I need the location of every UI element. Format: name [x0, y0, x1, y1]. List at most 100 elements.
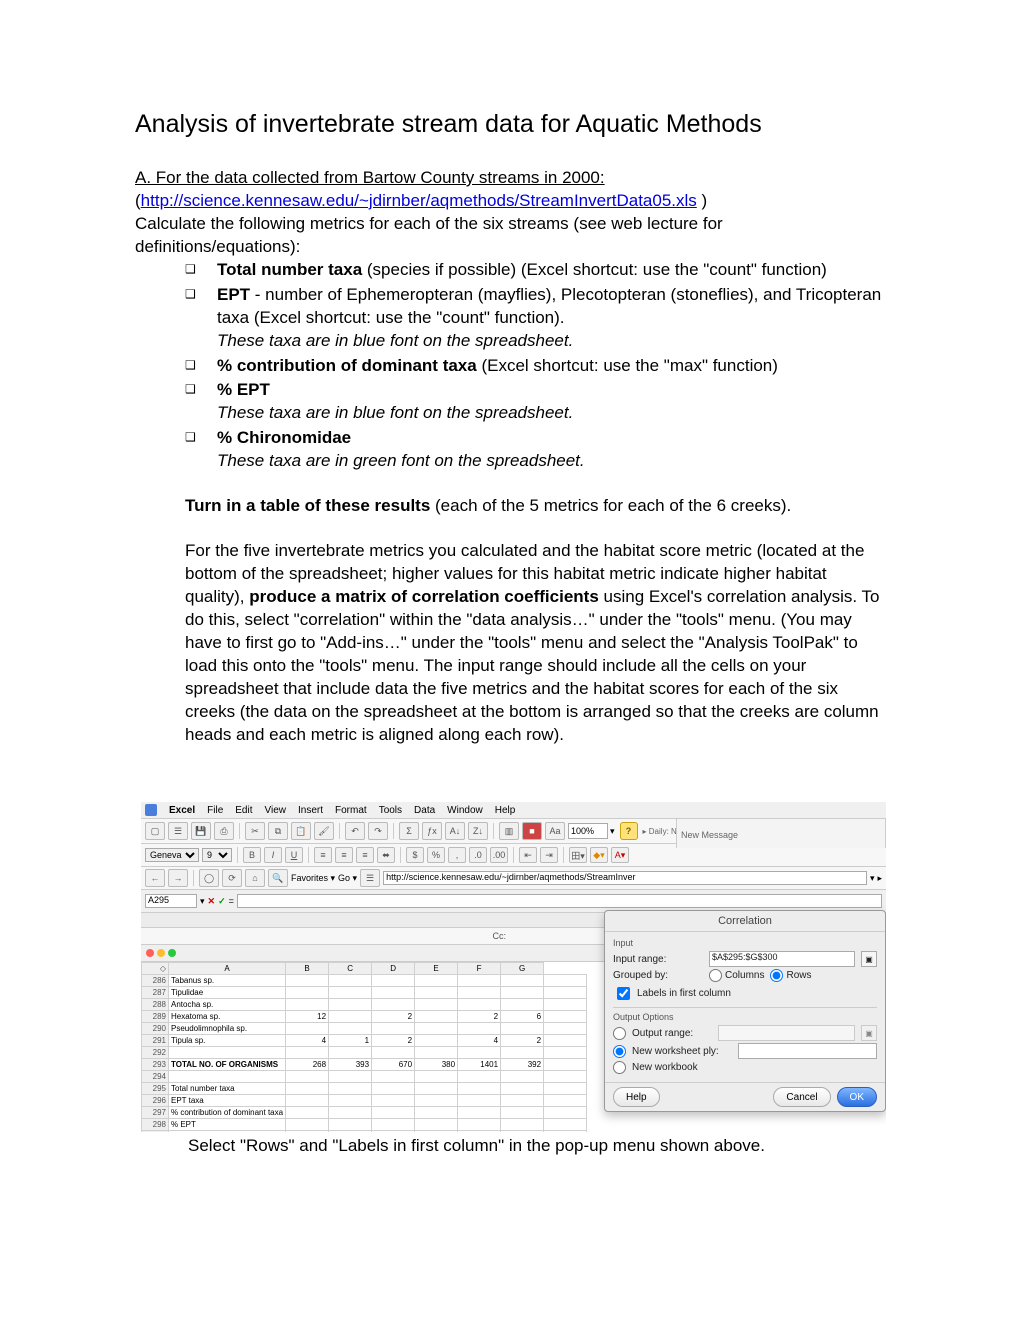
labels-first-col-checkbox[interactable]: Labels in first column — [613, 984, 731, 1003]
close-window-icon[interactable] — [146, 949, 154, 957]
page-title: Analysis of invertebrate stream data for… — [135, 110, 890, 139]
comma-icon[interactable]: , — [448, 847, 466, 863]
ok-button[interactable]: OK — [837, 1087, 877, 1107]
output-range-label: Output range: — [632, 1028, 712, 1039]
underline-button[interactable]: U — [285, 847, 303, 863]
new-workbook-radio[interactable] — [613, 1061, 626, 1074]
format-painter-icon[interactable]: 🖌 — [314, 822, 334, 840]
go-button[interactable]: Go ▾ — [338, 873, 357, 884]
menu-tools[interactable]: Tools — [379, 805, 402, 816]
new-message-label: New Message — [681, 830, 881, 840]
cut-icon[interactable]: ✂ — [245, 822, 265, 840]
output-range-field[interactable] — [718, 1025, 855, 1041]
new-message-panel: New Message — [676, 818, 886, 848]
output-range-radio[interactable] — [613, 1027, 626, 1040]
redo-icon[interactable]: ↷ — [368, 822, 388, 840]
align-left-icon[interactable]: ≡ — [314, 847, 332, 863]
address-bar[interactable]: http://science.kennesaw.edu/~jdirnber/aq… — [383, 871, 867, 885]
menu-data[interactable]: Data — [414, 805, 435, 816]
new-worksheet-label: New worksheet ply: — [632, 1046, 732, 1057]
help-button[interactable]: Help — [613, 1087, 660, 1107]
copy-icon[interactable]: ⧉ — [268, 822, 288, 840]
rows-radio[interactable]: Rows — [770, 969, 811, 982]
spreadsheet-grid[interactable]: ◇ABCDEFG286Tabanus sp.287Tipulidae288Ant… — [141, 962, 587, 1132]
formula-input[interactable] — [237, 894, 882, 908]
confirm-edit-icon[interactable]: ✓ — [218, 896, 226, 907]
dec-indent-icon[interactable]: ⇤ — [519, 847, 537, 863]
borders-icon[interactable]: 田▾ — [569, 847, 587, 863]
columns-radio[interactable]: Columns — [709, 969, 764, 982]
range-picker-icon[interactable]: ▣ — [861, 951, 877, 967]
inc-indent-icon[interactable]: ⇥ — [540, 847, 558, 863]
section-a-header: A. For the data collected from Bartow Co… — [135, 167, 890, 190]
chart-icon[interactable]: ▥ — [499, 822, 519, 840]
inc-decimal-icon[interactable]: .0 — [469, 847, 487, 863]
output-range-picker-icon[interactable]: ▣ — [861, 1025, 877, 1041]
address-dropdown-icon[interactable]: ▾ — [870, 873, 875, 884]
print-icon[interactable]: ⎙ — [214, 822, 234, 840]
zoom-input[interactable] — [568, 823, 608, 839]
new-icon[interactable]: ▢ — [145, 822, 165, 840]
go-arrow-icon[interactable]: ▸ — [877, 873, 882, 884]
sort-desc-icon[interactable]: Z↓ — [468, 822, 488, 840]
italic-button[interactable]: I — [264, 847, 282, 863]
fx-icon[interactable]: = — [229, 896, 234, 906]
new-worksheet-field[interactable] — [738, 1043, 877, 1059]
back-icon[interactable]: ← — [145, 869, 165, 887]
menu-excel[interactable]: Excel — [169, 805, 195, 816]
save-icon[interactable]: 💾 — [191, 822, 211, 840]
stop-icon[interactable]: ◯ — [199, 869, 219, 887]
percent-icon[interactable]: % — [427, 847, 445, 863]
show-address-icon[interactable]: ☰ — [360, 869, 380, 887]
menu-edit[interactable]: Edit — [235, 805, 252, 816]
merge-icon[interactable]: ⬌ — [377, 847, 395, 863]
metrics-list: Total number taxa (species if possible) … — [185, 259, 890, 473]
toolbox-icon[interactable]: ■ — [522, 822, 542, 840]
turnin-line: Turn in a table of these results (each o… — [185, 495, 890, 518]
menu-view[interactable]: View — [265, 805, 287, 816]
home-icon[interactable]: ⌂ — [245, 869, 265, 887]
apple-icon[interactable] — [145, 804, 157, 816]
namebox-dropdown-icon[interactable]: ▾ — [200, 896, 205, 907]
zoom-control[interactable]: ▾ — [568, 823, 615, 839]
refresh-icon[interactable]: ⟳ — [222, 869, 242, 887]
show-formatting-icon[interactable]: Aa — [545, 822, 565, 840]
menu-help[interactable]: Help — [495, 805, 516, 816]
font-color-icon[interactable]: A▾ — [611, 847, 629, 863]
menu-window[interactable]: Window — [447, 805, 483, 816]
align-center-icon[interactable]: ≡ — [335, 847, 353, 863]
forward-icon[interactable]: → — [168, 869, 188, 887]
minimize-window-icon[interactable] — [157, 949, 165, 957]
function-icon[interactable]: ƒx — [422, 822, 442, 840]
cancel-button[interactable]: Cancel — [773, 1087, 830, 1107]
open-icon[interactable]: ☰ — [168, 822, 188, 840]
fill-color-icon[interactable]: ◆▾ — [590, 847, 608, 863]
help-icon[interactable]: ? — [620, 822, 638, 840]
autosum-icon[interactable]: Σ — [399, 822, 419, 840]
search-web-icon[interactable]: 🔍 — [268, 869, 288, 887]
dec-decimal-icon[interactable]: .00 — [490, 847, 508, 863]
menu-insert[interactable]: Insert — [298, 805, 323, 816]
currency-icon[interactable]: $ — [406, 847, 424, 863]
menu-format[interactable]: Format — [335, 805, 367, 816]
favorites-button[interactable]: Favorites ▾ — [291, 873, 335, 884]
menu-file[interactable]: File — [207, 805, 223, 816]
intro-sentence: Calculate the following metrics for each… — [135, 213, 890, 259]
data-link[interactable]: http://science.kennesaw.edu/~jdirnber/aq… — [141, 191, 697, 210]
mac-menubar[interactable]: Excel File Edit View Insert Format Tools… — [141, 802, 886, 819]
name-box[interactable]: A295 — [145, 894, 197, 908]
para2bold: produce a matrix of correlation coeffici… — [249, 587, 599, 606]
new-worksheet-radio[interactable] — [613, 1045, 626, 1058]
font-select[interactable]: Geneva — [145, 848, 199, 862]
zoom-window-icon[interactable] — [168, 949, 176, 957]
sort-asc-icon[interactable]: A↓ — [445, 822, 465, 840]
input-range-label: Input range: — [613, 954, 703, 965]
undo-icon[interactable]: ↶ — [345, 822, 365, 840]
fontsize-select[interactable]: 9 — [202, 848, 232, 862]
input-range-field[interactable]: $A$295:$G$300 — [709, 951, 855, 967]
cancel-edit-icon[interactable]: ✕ — [208, 896, 216, 907]
metric-bold: % contribution of dominant taxa — [217, 356, 477, 375]
paste-icon[interactable]: 📋 — [291, 822, 311, 840]
bold-button[interactable]: B — [243, 847, 261, 863]
align-right-icon[interactable]: ≡ — [356, 847, 374, 863]
